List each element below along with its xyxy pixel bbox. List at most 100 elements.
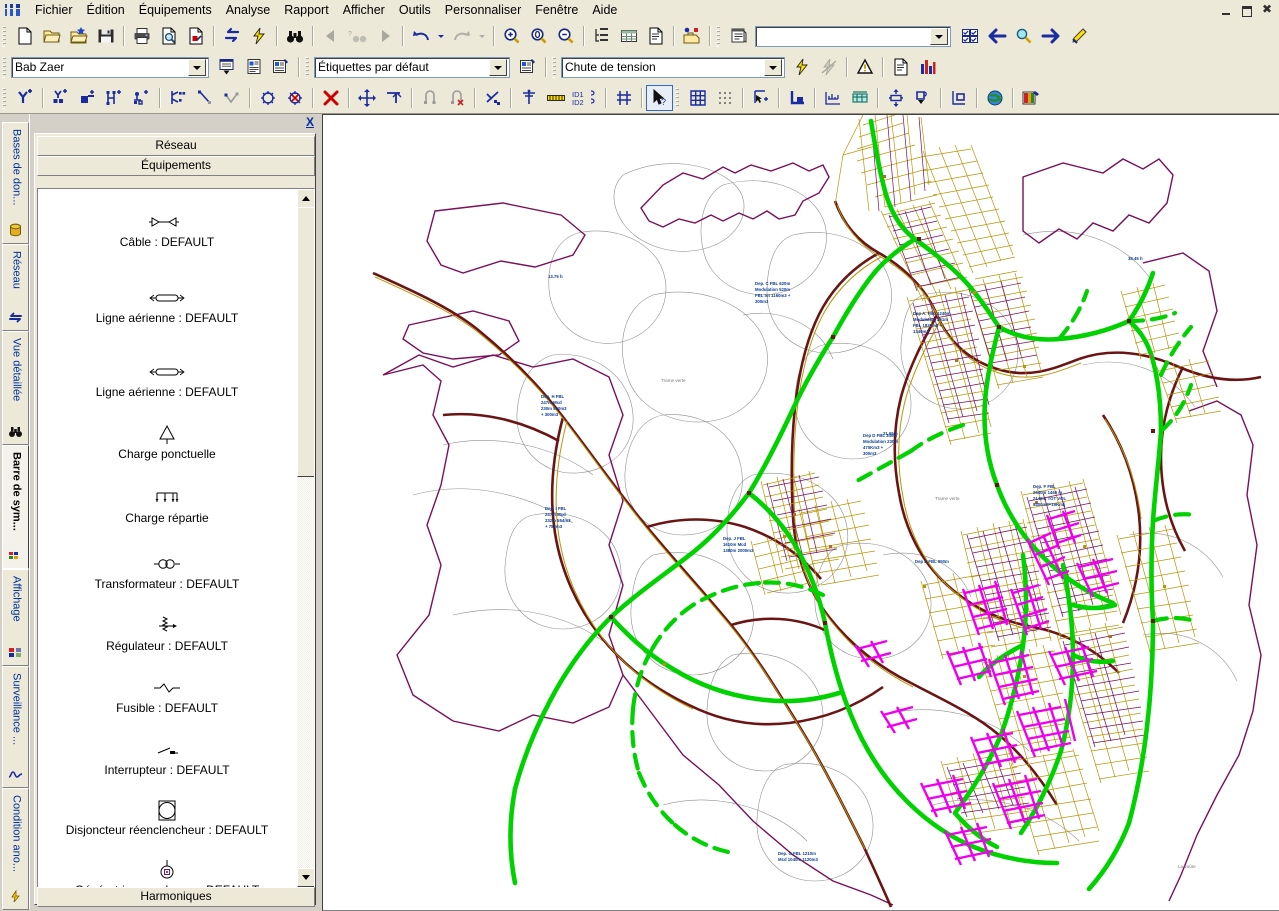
add-section-button[interactable] [101, 85, 128, 111]
toolbox-button[interactable] [678, 23, 705, 49]
analysis-select[interactable]: Chute de tension [561, 56, 785, 78]
menu-item-afficher[interactable]: Afficher [336, 1, 392, 20]
toolbar-grip[interactable] [1, 56, 9, 78]
add-branch-button[interactable] [164, 85, 191, 111]
align-button[interactable] [610, 85, 637, 111]
symbol-size-button[interactable] [882, 85, 909, 111]
list-item[interactable]: Ligne aérienne : DEFAULT [38, 285, 296, 325]
group-button-harmoniques[interactable]: Harmoniques [37, 887, 315, 907]
tower-button[interactable] [515, 85, 542, 111]
zoom-out-button[interactable] [552, 23, 579, 49]
snap-points-button[interactable] [711, 85, 738, 111]
previous-button[interactable] [317, 23, 344, 49]
select-info-button[interactable]: ? [646, 85, 673, 111]
list-item[interactable]: Ligne aérienne : DEFAULT [38, 359, 296, 399]
swap-button[interactable] [218, 23, 245, 49]
pick-point-button[interactable] [747, 85, 774, 111]
draw-line-button[interactable] [191, 85, 218, 111]
open-file-button[interactable] [38, 23, 65, 49]
chevron-down-icon[interactable] [930, 27, 948, 45]
device-filter-button[interactable] [909, 85, 936, 111]
toolbar-grip[interactable] [1, 87, 9, 109]
network-config-button[interactable] [267, 54, 294, 80]
split-button[interactable] [416, 85, 443, 111]
add-substation-button[interactable] [47, 85, 74, 111]
tree-view-button[interactable] [588, 23, 615, 49]
menu-item-rapport[interactable]: Rapport [277, 1, 335, 20]
analysis-report-button[interactable] [887, 54, 914, 80]
charts-button[interactable] [914, 54, 941, 80]
toolbar-grip[interactable] [304, 56, 312, 78]
report-button[interactable] [182, 23, 209, 49]
save-button[interactable] [92, 23, 119, 49]
bounding-box-button[interactable] [945, 85, 972, 111]
chevron-down-icon[interactable] [764, 58, 782, 76]
close-icon[interactable]: ✖ [1258, 2, 1276, 19]
menu-item-personnaliser[interactable]: Personnaliser [438, 1, 528, 20]
print-preview-button[interactable] [155, 23, 182, 49]
menu-item-analyse[interactable]: Analyse [219, 1, 277, 20]
network-properties-button[interactable] [240, 54, 267, 80]
menu-item-outils[interactable]: Outils [392, 1, 438, 20]
network-drop-button[interactable] [213, 54, 240, 80]
highlight-button[interactable] [1064, 23, 1091, 49]
redo-dropdown-button[interactable] [475, 23, 489, 49]
print-button[interactable] [128, 23, 155, 49]
swap-phases-button[interactable] [479, 85, 506, 111]
chevron-down-icon[interactable] [188, 58, 206, 76]
delete-button[interactable] [317, 85, 344, 111]
group-button-equipements[interactable]: Équipements [37, 156, 315, 176]
color-layers-button[interactable] [1017, 85, 1044, 111]
renumber-ids-button[interactable]: ID1 ID2 [569, 85, 601, 111]
sidebar-item-condition-anormale[interactable]: Condition ano... [2, 788, 29, 910]
chevron-down-icon[interactable] [489, 58, 507, 76]
scroll-down-icon[interactable] [297, 868, 314, 887]
sidebar-item-surveillance[interactable]: Surveillance ... [2, 666, 29, 788]
labels-select[interactable]: Étiquettes par défaut [314, 56, 510, 78]
run-analysis-button[interactable] [788, 54, 815, 80]
sidebar-item-affichage[interactable]: Affichage [2, 569, 29, 666]
list-item[interactable]: Disjoncteur réenclencheur : DEFAULT [38, 799, 296, 837]
search-trace-button[interactable]: ? [344, 23, 371, 49]
network-select[interactable]: Bab Zaer [11, 56, 209, 78]
sidebar-item-vue-detaillee[interactable]: Vue détaillée [2, 331, 29, 445]
draw-polyline-button[interactable] [218, 85, 245, 111]
insert-equipment-button[interactable] [254, 85, 281, 111]
scrollbar-thumb[interactable] [297, 207, 314, 477]
scroll-up-icon[interactable] [297, 189, 314, 208]
fault-button[interactable] [245, 23, 272, 49]
toolbar-grip[interactable] [1, 25, 9, 47]
delete-equipment-button[interactable] [281, 85, 308, 111]
menu-item-equipements[interactable]: Équipements [132, 1, 219, 20]
add-node-button[interactable] [11, 85, 38, 111]
list-item[interactable]: Régulateur : DEFAULT [38, 613, 296, 653]
back-button[interactable] [983, 23, 1010, 49]
forward-button[interactable] [1037, 23, 1064, 49]
properties-button[interactable] [642, 23, 669, 49]
toolbar-grip[interactable] [715, 25, 723, 47]
conductor-button[interactable] [542, 85, 569, 111]
notes-button[interactable] [725, 23, 752, 49]
stop-analysis-button[interactable] [815, 54, 842, 80]
sidebar-item-bases-de-donnees[interactable]: Bases de don... [2, 122, 29, 244]
list-item[interactable]: Génératrice synchrone : DEFAULT [38, 859, 296, 887]
group-button-reseau[interactable]: Réseau [37, 136, 315, 156]
open-new-study-button[interactable] [65, 23, 92, 49]
close-icon[interactable]: X [303, 116, 317, 130]
sidebar-item-barre-de-symboles[interactable]: Barre de sym... [2, 445, 29, 569]
redo-button[interactable] [448, 23, 475, 49]
list-item[interactable]: Transformateur : DEFAULT [38, 551, 296, 591]
toolbar-grip[interactable] [674, 87, 682, 109]
symbol-list-scrollbar[interactable] [297, 189, 314, 887]
profile-button[interactable] [819, 85, 846, 111]
add-device-button[interactable] [128, 85, 155, 111]
unsplit-button[interactable] [443, 85, 470, 111]
move-button[interactable] [353, 85, 380, 111]
warnings-button[interactable] [851, 54, 878, 80]
undo-button[interactable] [407, 23, 434, 49]
toolbar-grip[interactable] [551, 56, 559, 78]
grid-button[interactable] [684, 85, 711, 111]
zoom-full-button[interactable] [525, 23, 552, 49]
list-item[interactable]: Interrupteur : DEFAULT [38, 737, 296, 777]
list-item[interactable]: Charge répartie [38, 485, 296, 525]
